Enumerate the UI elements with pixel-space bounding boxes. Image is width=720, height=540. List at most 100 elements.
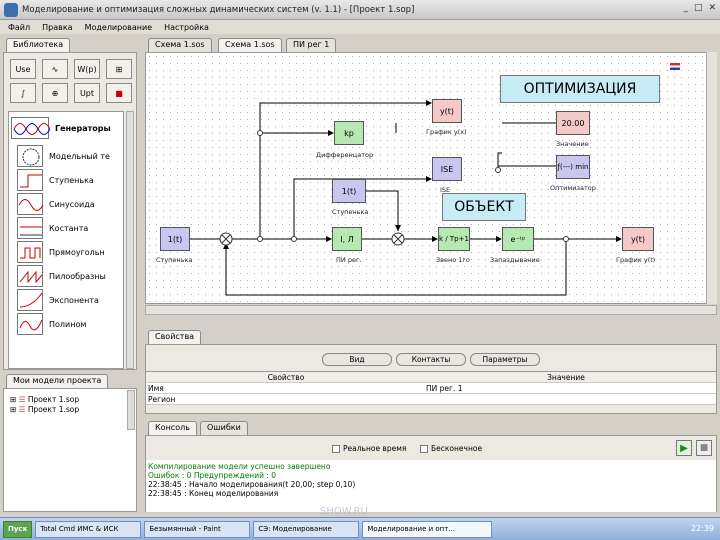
block-step1[interactable]: 1(t) xyxy=(160,227,190,251)
label-graph-y2: График y(t) xyxy=(616,256,656,264)
watermark: SHOW.RU xyxy=(320,506,368,517)
menu-settings[interactable]: Настройка xyxy=(164,23,209,32)
project-icon: ☰ xyxy=(18,395,26,404)
tool-sum-icon[interactable]: ⊕ xyxy=(42,83,68,103)
tab-scheme-1[interactable]: Схема 1.sos xyxy=(148,38,212,52)
expand-icon[interactable]: ⊞ xyxy=(10,395,16,404)
palette-group-generators[interactable]: Генераторы xyxy=(11,116,111,140)
start-button[interactable]: Пуск xyxy=(3,520,33,538)
infinite-option[interactable]: Бесконечное xyxy=(420,444,482,453)
library-panel: Use ∿ W(p) ⊞ ∫ ⊕ Upt ■ Генераторы Модель… xyxy=(3,52,137,370)
block-pi-reg[interactable]: I, Л xyxy=(332,227,362,251)
tree-item[interactable]: ⊞ ☰ Проект 1.sop xyxy=(10,405,79,414)
expand-icon[interactable]: ⊞ xyxy=(10,405,16,414)
table-row[interactable]: Имя ПИ рег. 1 xyxy=(146,383,716,394)
task-modeling[interactable]: Моделирование и опт... xyxy=(362,520,493,538)
canvas-scrollbar[interactable] xyxy=(706,52,717,304)
block-optimizer[interactable]: ƒ(---) min xyxy=(556,155,590,179)
run-play-icon[interactable]: ▶ xyxy=(676,440,692,456)
block-graph-y2[interactable]: y(t) xyxy=(622,227,654,251)
task-paint[interactable]: Безымянный - Paint xyxy=(144,520,251,538)
window-titlebar: Моделирование и оптимизация сложных дина… xyxy=(0,0,720,20)
block-transfer-fn[interactable]: k / Tp+1 xyxy=(438,227,470,251)
label-delay: Запаздывание xyxy=(490,256,540,264)
tree-item[interactable]: ⊞ ☰ Проект 1.sop xyxy=(10,395,79,404)
generators-icon xyxy=(11,117,51,139)
tree-scrollbar[interactable] xyxy=(127,390,135,430)
label-kp: Дифференцатор xyxy=(316,151,374,159)
diagram-canvas[interactable]: 1(t) Ступенька I, Л ПИ рег. kp Дифференц… xyxy=(145,52,717,304)
tab-library[interactable]: Библиотека xyxy=(6,38,71,52)
label-optimizer: Оптимизатор xyxy=(550,184,596,192)
flag-icon xyxy=(670,63,680,70)
stop-icon[interactable]: ■ xyxy=(696,440,712,456)
polynom-icon xyxy=(17,313,43,335)
block-delay[interactable]: e⁻ᵗᵖ xyxy=(502,227,534,251)
tool-use[interactable]: Use xyxy=(10,59,36,79)
tab-errors[interactable]: Ошибки xyxy=(200,421,248,435)
tab-pi-reg[interactable]: ПИ рег 1 xyxy=(286,38,337,52)
tool-grid-icon[interactable]: ⊞ xyxy=(106,59,132,79)
palette-item[interactable]: Ступенька xyxy=(17,168,94,192)
infinite-checkbox[interactable] xyxy=(420,445,428,453)
label-pi-reg: ПИ рег. xyxy=(336,256,362,264)
palette-item[interactable]: Прямоугольн xyxy=(17,240,105,264)
realtime-option[interactable]: Реальное время xyxy=(332,444,406,453)
minimize-button[interactable]: _ xyxy=(683,3,688,13)
step-icon xyxy=(17,169,43,191)
task-total-cmd[interactable]: Total Cmd ИМС & ИСК xyxy=(35,520,142,538)
tool-upt[interactable]: Upt xyxy=(74,83,100,103)
block-graph-y[interactable]: y(t) xyxy=(432,99,462,123)
menu-bar: Файл Правка Моделирование Настройка xyxy=(0,20,720,34)
model-time-icon xyxy=(17,145,43,167)
block-step2[interactable]: 1(t) xyxy=(332,179,366,203)
menu-edit[interactable]: Правка xyxy=(42,23,72,32)
close-button[interactable]: ✕ xyxy=(708,3,716,13)
tab-project-tree[interactable]: Мои модели проекта xyxy=(6,374,109,388)
console-panel: Реальное время Бесконечное ▶ ■ Компилиро… xyxy=(145,435,717,512)
contacts-button[interactable]: Контакты xyxy=(396,353,466,366)
block-ise[interactable]: ISE xyxy=(432,157,462,181)
table-row[interactable]: Регион xyxy=(146,394,716,405)
palette-list: Генераторы Модельный те Ступенька Синусо… xyxy=(8,111,124,369)
task-se[interactable]: СЭ: Моделирование xyxy=(253,520,360,538)
taskbar: Пуск Total Cmd ИМС & ИСК Безымянный - Pa… xyxy=(0,517,720,540)
label-transfer-fn: Звено 1го xyxy=(436,256,470,264)
properties-table: Свойство Значение Имя ПИ рег. 1 Регион xyxy=(146,371,716,405)
project-icon: ☰ xyxy=(18,405,26,414)
palette-scrollbar[interactable] xyxy=(126,111,134,369)
rectangle-wave-icon xyxy=(17,241,43,263)
label-step1: Ступенька xyxy=(156,256,193,264)
tab-scheme-2[interactable]: Схема 1.sos xyxy=(218,38,282,52)
tool-wave-icon[interactable]: ∿ xyxy=(42,59,68,79)
tab-properties[interactable]: Свойства xyxy=(148,330,202,344)
realtime-checkbox[interactable] xyxy=(332,445,340,453)
block-value[interactable]: 20.00 xyxy=(556,111,590,135)
tab-console[interactable]: Консоль xyxy=(148,421,197,435)
log-line: 22:38:45 : Конец моделирования xyxy=(148,489,279,498)
log-line: Компилирование модели успешно завершено xyxy=(148,462,331,471)
menu-simulation[interactable]: Моделирование xyxy=(85,23,153,32)
palette-item[interactable]: Пилообразны xyxy=(17,264,106,288)
menu-file[interactable]: Файл xyxy=(8,23,30,32)
console-log: Компилирование модели успешно завершено … xyxy=(146,460,716,512)
parameters-button[interactable]: Параметры xyxy=(470,353,540,366)
palette-item[interactable]: Модельный те xyxy=(17,144,110,168)
tool-transfer-fn[interactable]: W(p) xyxy=(74,59,100,79)
canvas-hscrollbar[interactable] xyxy=(145,305,717,315)
block-kp[interactable]: kp xyxy=(334,121,364,145)
palette-item[interactable]: Экспонента xyxy=(17,288,99,312)
constant-icon xyxy=(17,217,43,239)
optimization-title: ОПТИМИЗАЦИЯ xyxy=(500,75,660,103)
tool-stop-icon[interactable]: ■ xyxy=(106,83,132,103)
label-step2: Ступенька xyxy=(332,208,369,216)
maximize-button[interactable]: □ xyxy=(694,3,703,13)
palette-item[interactable]: Костанта xyxy=(17,216,88,240)
palette-item[interactable]: Синусоида xyxy=(17,192,95,216)
view-button[interactable]: Вид xyxy=(322,353,392,366)
palette-item[interactable]: Полином xyxy=(17,312,86,336)
app-icon xyxy=(4,2,18,17)
tool-integral-icon[interactable]: ∫ xyxy=(10,83,36,103)
table-header: Свойство Значение xyxy=(146,372,716,383)
clock: 22:39 xyxy=(690,524,714,533)
